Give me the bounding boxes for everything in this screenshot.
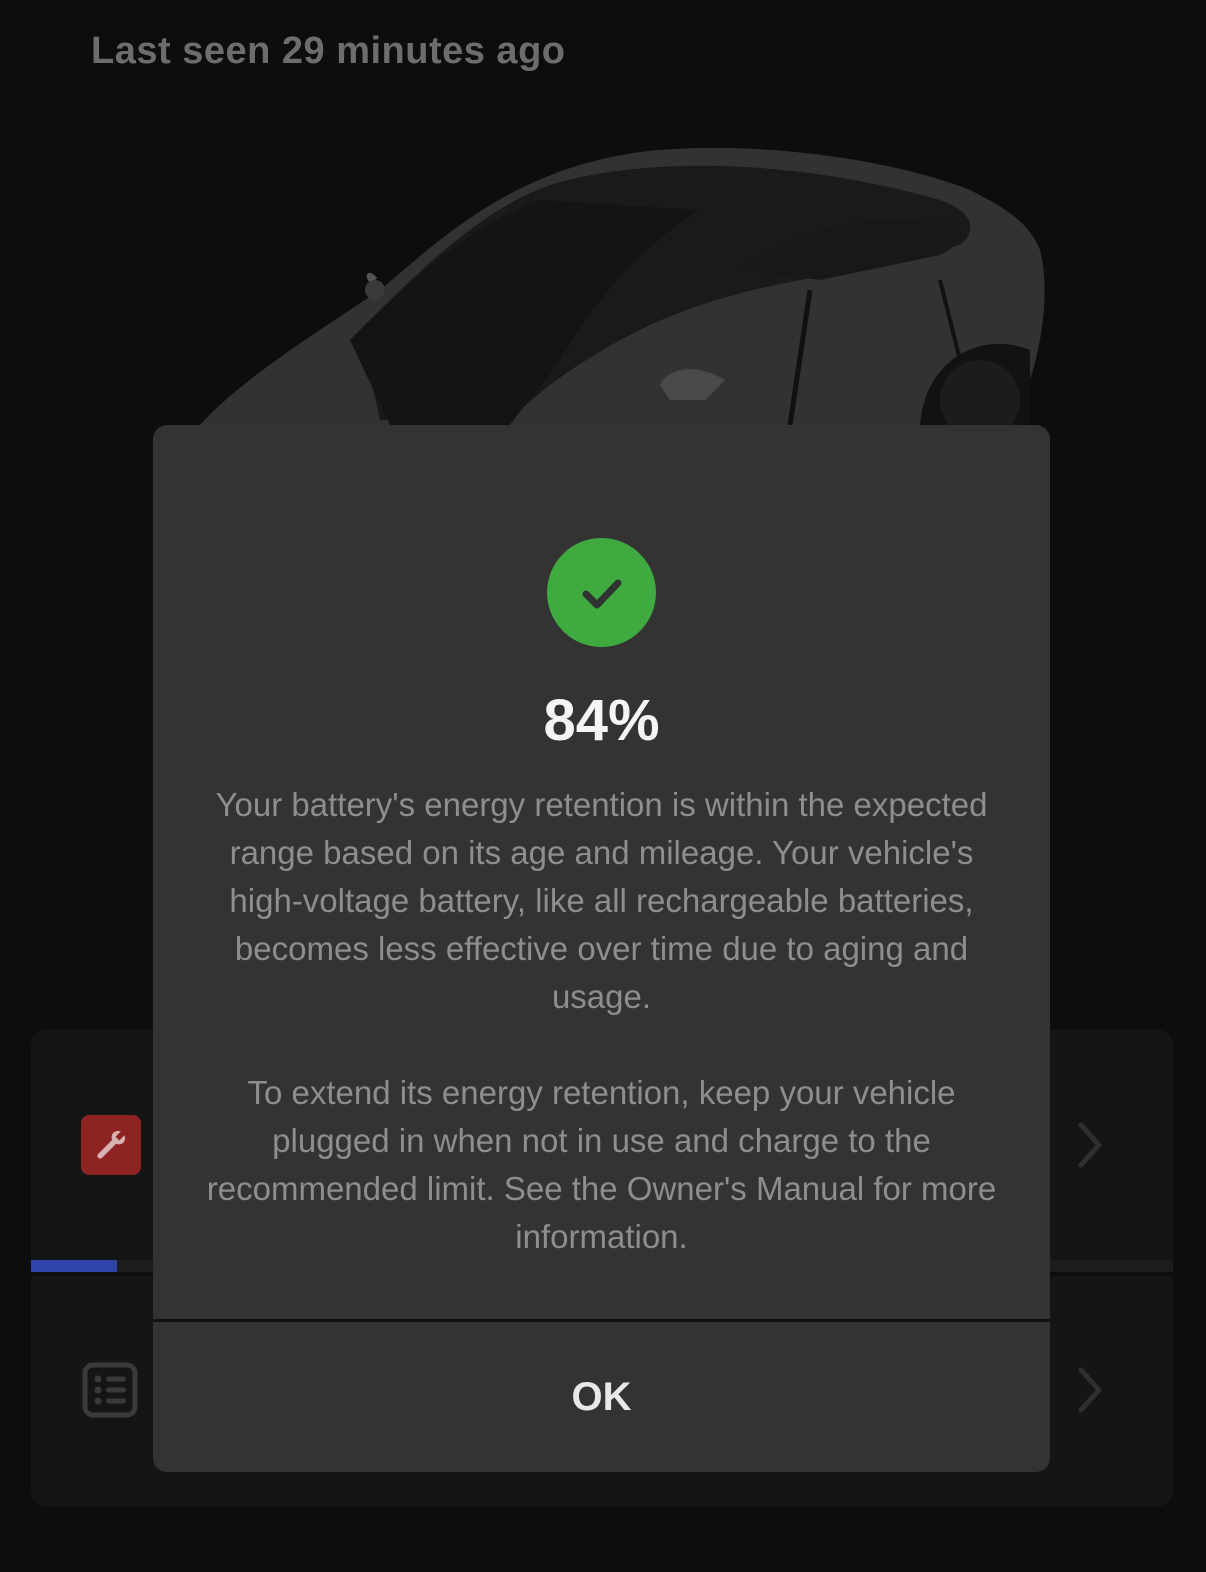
battery-health-dialog: 84% Your battery's energy retention is w… (153, 425, 1050, 1472)
checkmark-circle-icon (547, 538, 656, 647)
list-icon (82, 1362, 138, 1418)
chevron-right-icon (1078, 1122, 1102, 1168)
service-progress-fill (31, 1260, 117, 1272)
chevron-right-icon (1078, 1367, 1102, 1413)
wrench-icon (81, 1115, 141, 1175)
last-seen-status: Last seen 29 minutes ago (91, 30, 566, 72)
battery-retention-percentage: 84% (543, 688, 660, 753)
app-screen: Last seen 29 minutes ago 84% Your batter… (0, 0, 1206, 1572)
ok-button[interactable]: OK (153, 1322, 1050, 1472)
retention-advice: To extend its energy retention, keep you… (206, 1074, 997, 1255)
vehicle-image (200, 147, 1045, 430)
retention-message: Your battery's energy retention is withi… (215, 786, 988, 1015)
